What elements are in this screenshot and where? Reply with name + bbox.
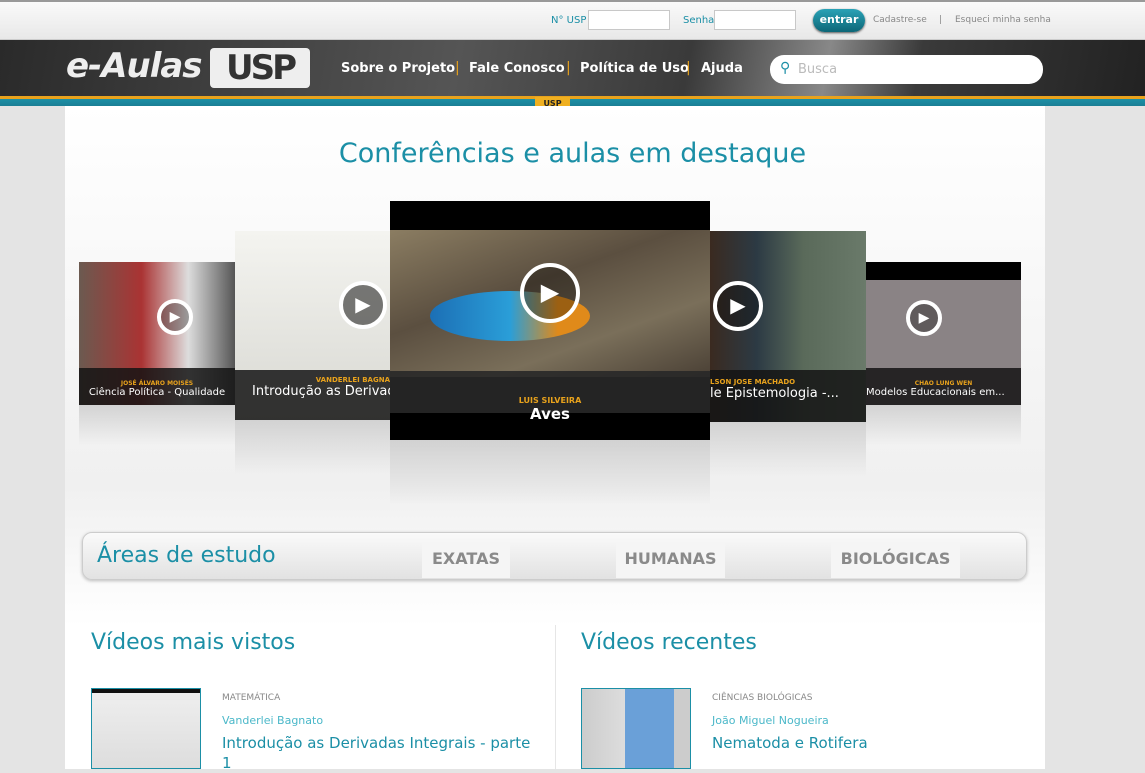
carousel-item[interactable]: ▶ LSON JOSE MACHADO le Epistemologia -...: [710, 231, 866, 422]
play-icon[interactable]: ▶: [520, 263, 580, 323]
caption: LUIS SILVEIRA Aves: [390, 371, 710, 423]
search-placeholder: Busca: [798, 62, 838, 77]
carousel-item[interactable]: ▶ CHAO LUNG WEN Modelos Educacionais em..…: [866, 262, 1021, 405]
video-thumbnail[interactable]: [581, 688, 691, 769]
video-category: MATEMÁTICA: [222, 693, 281, 703]
study-areas-title: Áreas de estudo: [97, 543, 276, 568]
nav-politica[interactable]: Política de Uso: [580, 61, 689, 76]
caption: CHAO LUNG WEN Modelos Educacionais em...: [866, 368, 1021, 405]
play-icon[interactable]: ▶: [906, 300, 942, 336]
separator: |: [939, 15, 943, 25]
nav-separator: |: [455, 60, 460, 76]
reflection: [79, 405, 235, 445]
nav-fale-conosco[interactable]: Fale Conosco: [469, 61, 565, 76]
video-author[interactable]: João Miguel Nogueira: [712, 714, 829, 727]
column-divider: [555, 625, 556, 769]
featured-title: Conferências e aulas em destaque: [338, 138, 807, 169]
nav-separator: |: [566, 60, 571, 76]
play-icon[interactable]: ▶: [713, 281, 763, 331]
logo[interactable]: e-Aulas: [66, 46, 203, 86]
caption: VANDERLEI BAGNA Introdução as Derivada: [235, 370, 390, 420]
search-icon: ⚲: [780, 60, 791, 76]
caption: JOSÉ ÁLVARO MOISÉS Ciência Política - Qua…: [79, 368, 235, 405]
most-viewed-title: Vídeos mais vistos: [91, 630, 296, 655]
login-button[interactable]: entrar: [813, 9, 865, 32]
caption: LSON JOSE MACHADO le Epistemologia -...: [710, 370, 866, 422]
carousel-item[interactable]: ▶ JOSÉ ÁLVARO MOISÉS Ciência Política - Q…: [79, 262, 235, 405]
carousel-item[interactable]: ▶ VANDERLEI BAGNA Introdução as Derivada: [235, 231, 390, 420]
nav-separator: |: [686, 60, 691, 76]
password-input[interactable]: [714, 10, 796, 30]
reflection: [390, 440, 710, 505]
usp-number-label: N° USP: [551, 15, 587, 26]
forgot-password-link[interactable]: Esqueci minha senha: [955, 15, 1051, 25]
reflection: [710, 422, 866, 477]
video-category: CIÊNCIAS BIOLÓGICAS: [712, 693, 813, 703]
nav-sobre[interactable]: Sobre o Projeto: [341, 61, 455, 76]
video-author[interactable]: Vanderlei Bagnato: [222, 714, 323, 727]
play-icon[interactable]: ▶: [157, 299, 193, 335]
reflection: [235, 420, 390, 475]
video-title[interactable]: Introdução as Derivadas Integrais - part…: [222, 733, 542, 773]
usp-logo[interactable]: USP: [210, 48, 310, 88]
area-exatas-button[interactable]: EXATAS: [422, 542, 510, 578]
password-label: Senha: [683, 15, 715, 26]
play-icon[interactable]: ▶: [339, 281, 387, 329]
area-humanas-button[interactable]: HUMANAS: [616, 542, 725, 578]
carousel-item-active[interactable]: ▶ LUIS SILVEIRA Aves: [390, 201, 710, 440]
usp-number-input[interactable]: [588, 10, 670, 30]
video-title[interactable]: Nematoda e Rotifera: [712, 733, 1032, 753]
nav-ajuda[interactable]: Ajuda: [701, 61, 743, 76]
search-input[interactable]: ⚲ Busca: [770, 55, 1043, 84]
video-thumbnail[interactable]: [91, 688, 201, 769]
area-biologicas-button[interactable]: BIOLÓGICAS: [831, 542, 960, 578]
register-link[interactable]: Cadastre-se: [873, 15, 927, 25]
header-stripe: [0, 96, 1145, 106]
recent-title: Vídeos recentes: [581, 630, 757, 655]
reflection: [866, 405, 1021, 445]
